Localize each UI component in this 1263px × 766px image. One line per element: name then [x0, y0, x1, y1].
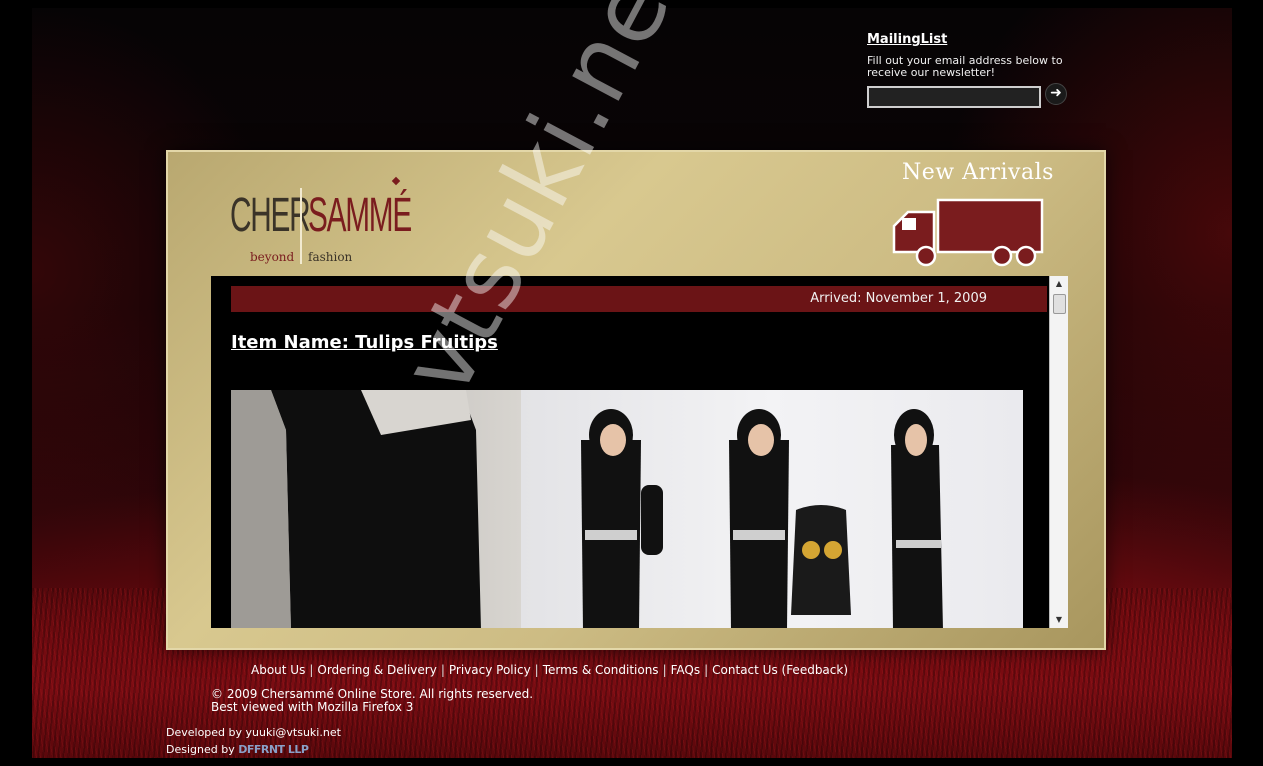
footer-separator: |	[440, 663, 445, 677]
product-photo[interactable]	[231, 390, 1023, 628]
mailing-list: MailingList Fill out your email address …	[867, 32, 1087, 108]
new-arrivals-heading[interactable]: New Arrivals	[902, 160, 1054, 185]
scroll-down-arrow-icon[interactable]: ▼	[1050, 612, 1068, 628]
logo-fashion-text: fashion	[308, 250, 353, 264]
developed-by[interactable]: Developed by yuuki@vtsuki.net	[166, 724, 341, 741]
footer-link-contact[interactable]: Contact Us (Feedback)	[712, 663, 848, 677]
best-viewed-text: Best viewed with Mozilla Firefox 3	[211, 700, 414, 714]
mailing-form: ➜	[867, 83, 1087, 108]
product-photo-detail	[231, 390, 521, 628]
footer-separator: |	[662, 663, 667, 677]
product-photo-models	[521, 390, 1023, 628]
footer-link-terms[interactable]: Terms & Conditions	[543, 663, 659, 677]
designed-by: Designed by DFFRNT LLP	[166, 741, 341, 758]
copyright: © 2009 Chersammé Online Store. All right…	[211, 688, 533, 714]
logo-samme-text: SAMMÉ	[308, 189, 412, 242]
logo-cher-text: CHER	[230, 189, 311, 242]
footer-separator: |	[704, 663, 709, 677]
mailing-list-title[interactable]: MailingList	[867, 32, 1087, 47]
designed-by-label: Designed by	[166, 743, 235, 756]
truck-icon[interactable]	[890, 196, 1046, 268]
scroll-thumb[interactable]	[1053, 294, 1066, 314]
scroll-up-arrow-icon[interactable]: ▲	[1050, 276, 1068, 292]
logo-divider	[300, 188, 302, 264]
submit-button[interactable]: ➜	[1045, 83, 1067, 105]
logo-beyond-text: beyond	[250, 250, 295, 264]
arrow-right-icon: ➜	[1050, 85, 1062, 101]
email-input[interactable]	[867, 86, 1041, 108]
footer-link-about[interactable]: About Us	[251, 663, 305, 677]
footer-link-ordering[interactable]: Ordering & Delivery	[317, 663, 436, 677]
arrived-date: Arrived: November 1, 2009	[810, 291, 987, 306]
logo[interactable]: CHER SAMMÉ beyond fashion	[230, 176, 412, 268]
mailing-list-description: Fill out your email address below to rec…	[867, 54, 1063, 79]
item-name-link[interactable]: Item Name: Tulips Fruitips	[231, 332, 498, 353]
footer-separator: |	[309, 663, 314, 677]
arrived-bar: Arrived: November 1, 2009	[231, 286, 1047, 312]
content-scrollbar[interactable]: ▲ ▼	[1049, 276, 1068, 628]
designer-logo[interactable]: DFFRNT LLP	[238, 743, 309, 756]
footer-separator: |	[534, 663, 539, 677]
content-area[interactable]: Arrived: November 1, 2009 Item Name: Tul…	[211, 276, 1067, 628]
footer-nav: About Us | Ordering & Delivery | Privacy Pol…	[251, 663, 848, 677]
footer-link-faqs[interactable]: FAQs	[671, 663, 701, 677]
credits: Developed by yuuki@vtsuki.net Designed b…	[166, 724, 341, 758]
footer-link-privacy[interactable]: Privacy Policy	[449, 663, 531, 677]
